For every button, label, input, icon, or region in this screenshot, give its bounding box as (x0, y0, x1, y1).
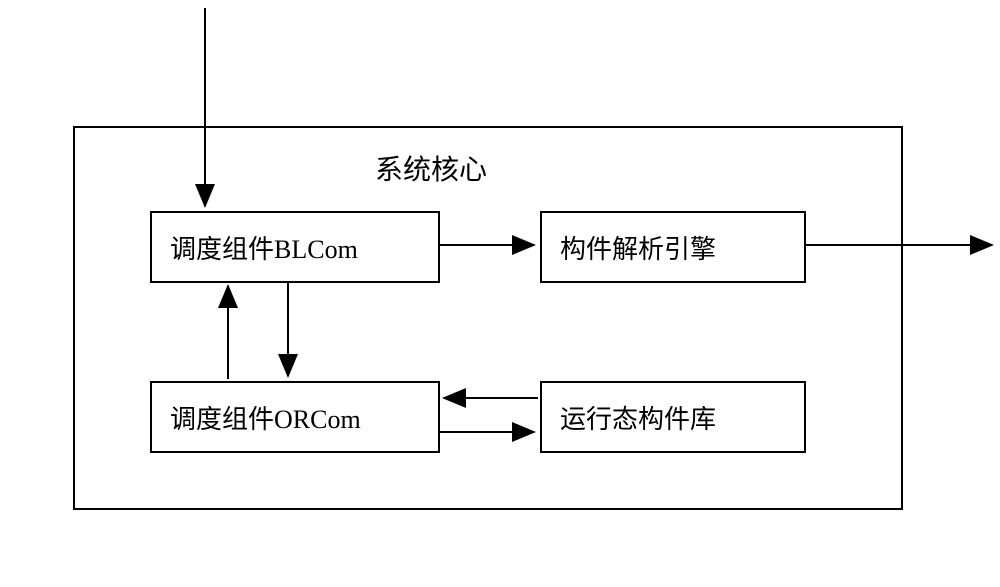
container-title: 系统核心 (375, 148, 487, 188)
box-engine-label: 构件解析引擎 (560, 229, 716, 266)
box-lib-label: 运行态构件库 (560, 399, 716, 436)
box-blcom-label: 调度组件BLCom (170, 229, 358, 266)
box-blcom: 调度组件BLCom (150, 211, 440, 283)
box-orcom-label: 调度组件ORCom (170, 399, 361, 436)
box-orcom: 调度组件ORCom (150, 381, 440, 453)
box-engine: 构件解析引擎 (540, 211, 806, 283)
system-core-container: 系统核心 调度组件BLCom 构件解析引擎 调度组件ORCom 运行态构件库 (73, 126, 903, 510)
box-lib: 运行态构件库 (540, 381, 806, 453)
